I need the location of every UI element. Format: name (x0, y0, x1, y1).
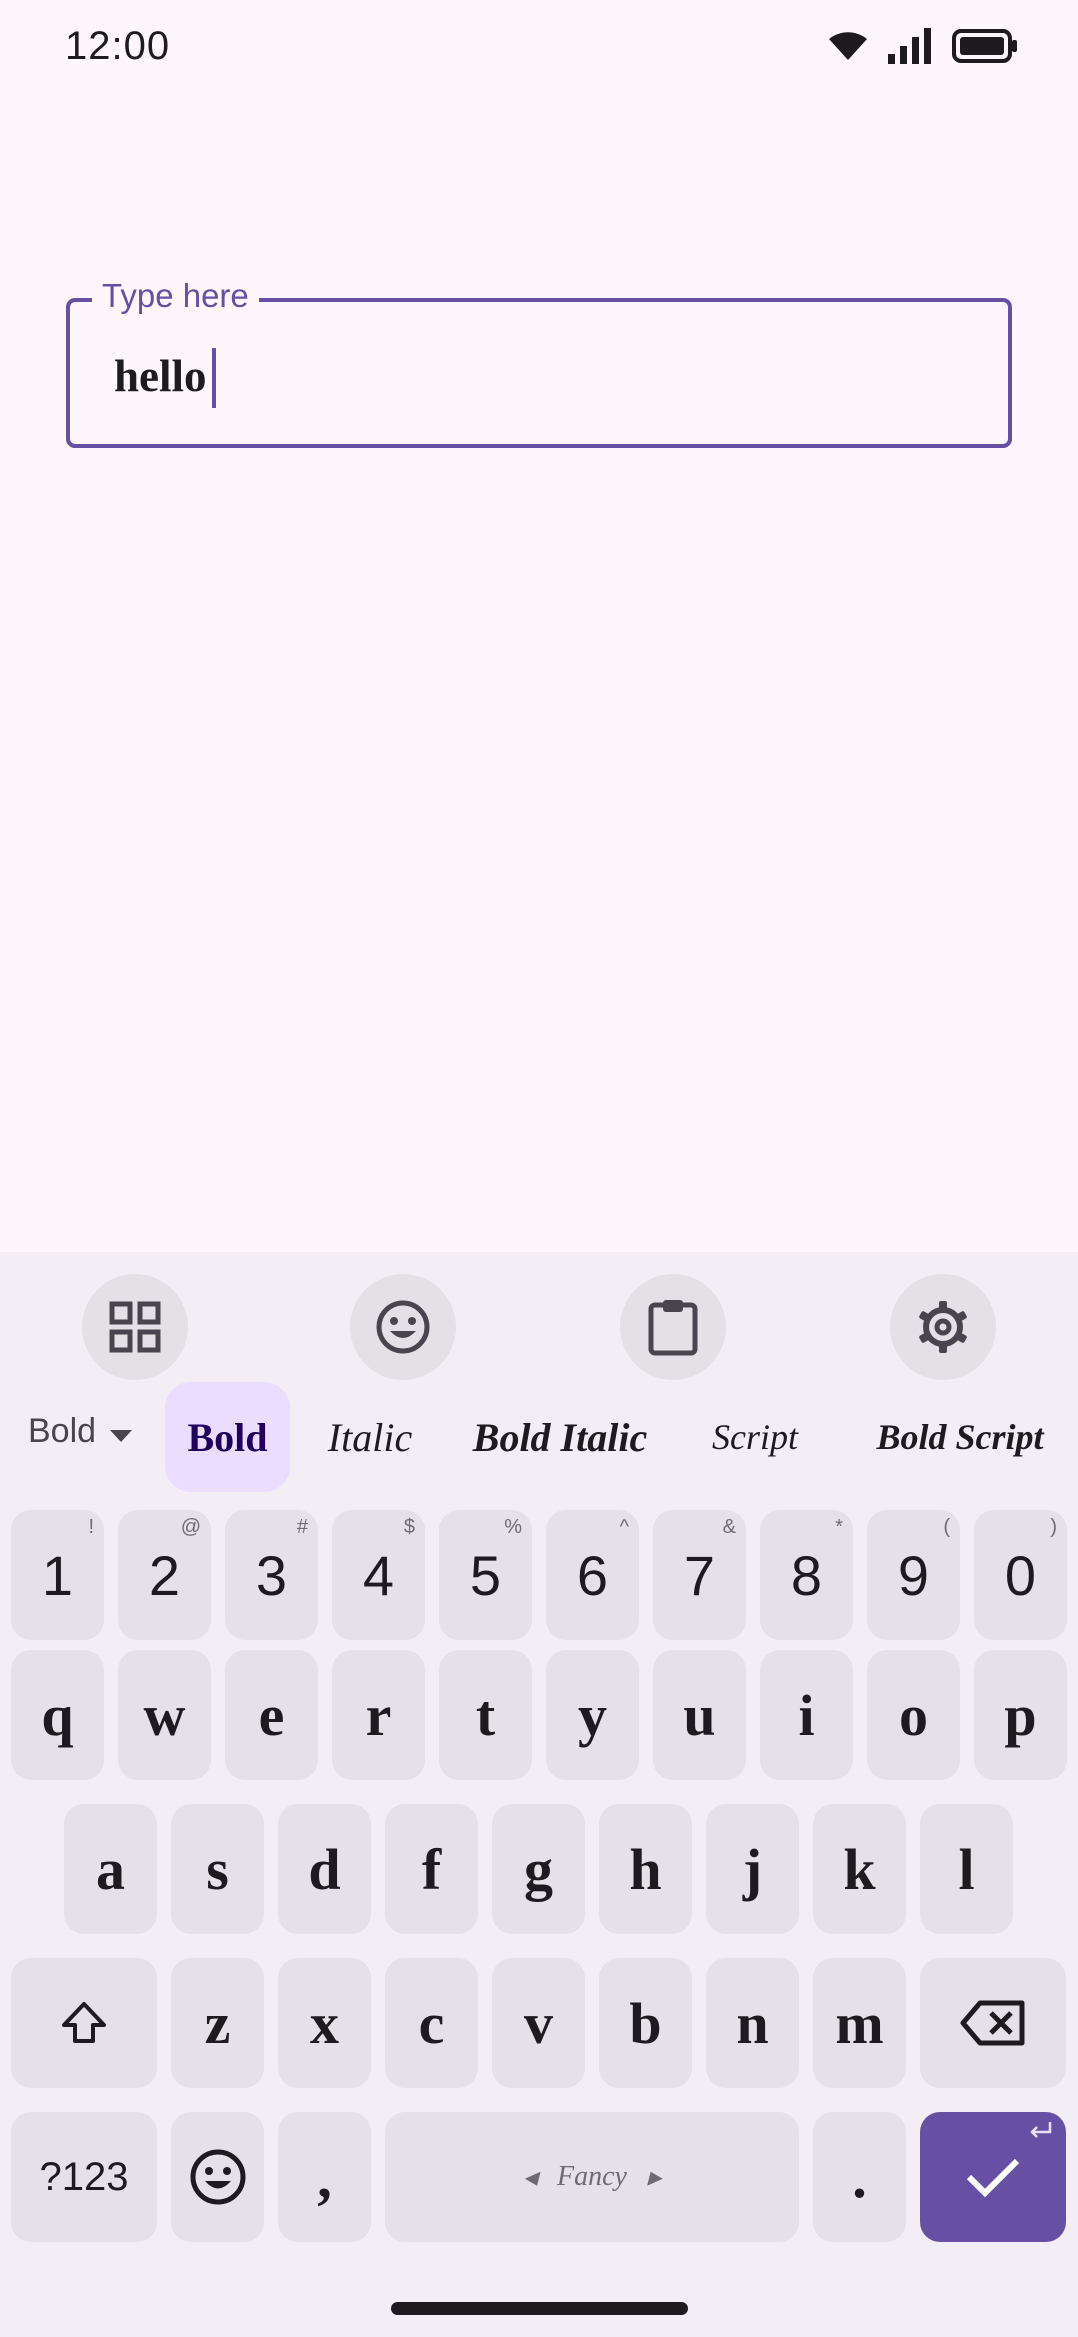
status-icons (828, 28, 1018, 69)
style-dropdown-label: Bold (28, 1412, 97, 1450)
text-input-field[interactable]: Type here hello (66, 277, 1012, 448)
left-arrow-icon: ◂ (522, 2162, 538, 2193)
key-q[interactable]: q (11, 1650, 104, 1780)
key-j[interactable]: j (706, 1804, 799, 1934)
style-option-script[interactable]: Script (690, 1382, 820, 1492)
wifi-icon (828, 31, 868, 66)
right-arrow-icon: ▸ (646, 2162, 662, 2193)
key-s[interactable]: s (171, 1804, 264, 1934)
key-b[interactable]: b (599, 1958, 692, 2088)
key-y[interactable]: y (546, 1650, 639, 1780)
key-i[interactable]: i (760, 1650, 853, 1780)
key-f[interactable]: f (385, 1804, 478, 1934)
style-option-italic[interactable]: Italic (310, 1382, 430, 1492)
key-x[interactable]: x (278, 1958, 371, 2088)
key-p[interactable]: p (974, 1650, 1067, 1780)
text-cursor (212, 348, 216, 408)
field-value[interactable]: hello (114, 350, 207, 402)
key-2[interactable]: 2 @ (118, 1510, 211, 1640)
key-9[interactable]: 9( (867, 1510, 960, 1640)
check-icon (966, 2158, 1020, 2198)
clipboard-icon[interactable] (620, 1274, 726, 1380)
signal-icon (888, 28, 932, 69)
key-z[interactable]: z (171, 1958, 264, 2088)
key-l[interactable]: l (920, 1804, 1013, 1934)
key-c[interactable]: c (385, 1958, 478, 2088)
dropdown-arrow-icon (110, 1412, 133, 1451)
key-0[interactable]: 0) (974, 1510, 1067, 1640)
key-d[interactable]: d (278, 1804, 371, 1934)
emoji-key[interactable] (171, 2112, 264, 2242)
key-g[interactable]: g (492, 1804, 585, 1934)
key-r[interactable]: r (332, 1650, 425, 1780)
key-v[interactable]: v (492, 1958, 585, 2088)
settings-icon[interactable] (890, 1274, 996, 1380)
field-label: Type here (92, 277, 259, 315)
space-key[interactable]: ◂ Fancy ▸ (385, 2112, 799, 2242)
home-indicator[interactable] (391, 2302, 688, 2315)
key-e[interactable]: e (225, 1650, 318, 1780)
symbols-key[interactable]: ?123 (11, 2112, 157, 2242)
style-dropdown[interactable]: Bold (28, 1412, 133, 1451)
key-8[interactable]: 8 * (760, 1510, 853, 1640)
key-t[interactable]: t (439, 1650, 532, 1780)
key-3[interactable]: 3 # (225, 1510, 318, 1640)
battery-icon (952, 29, 1018, 68)
key-w[interactable]: w (118, 1650, 211, 1780)
key-u[interactable]: u (653, 1650, 746, 1780)
status-time: 12:00 (65, 24, 171, 68)
backspace-icon (960, 2000, 1025, 2046)
key-5[interactable]: 5% (439, 1510, 532, 1640)
emoji-icon[interactable] (350, 1274, 456, 1380)
style-option-bold-italic[interactable]: Bold Italic (460, 1382, 660, 1492)
return-icon (1030, 2122, 1052, 2138)
key-n[interactable]: n (706, 1958, 799, 2088)
font-style-row: Bold Bold Italic Bold Italic Script Bold… (0, 1382, 1078, 1498)
key-k[interactable]: k (813, 1804, 906, 1934)
key-a[interactable]: a (64, 1804, 157, 1934)
key-m[interactable]: m (813, 1958, 906, 2088)
key-7[interactable]: 7 & (653, 1510, 746, 1640)
space-label: ◂ Fancy ▸ (522, 2161, 662, 2193)
backspace-key[interactable] (920, 1958, 1066, 2088)
shift-key[interactable] (11, 1958, 157, 2088)
key-6[interactable]: 6 ^ (546, 1510, 639, 1640)
key-o[interactable]: o (867, 1650, 960, 1780)
key-4[interactable]: 4 $ (332, 1510, 425, 1640)
grid-icon[interactable] (82, 1274, 188, 1380)
style-option-bold-script[interactable]: Bold Script (850, 1382, 1070, 1492)
status-bar: 12:00 (0, 0, 1078, 100)
comma-key[interactable]: , (278, 2112, 371, 2242)
style-option-bold[interactable]: Bold (165, 1382, 290, 1492)
keyboard: Bold Bold Italic Bold Italic Script Bold… (0, 1252, 1078, 2337)
key-h[interactable]: h (599, 1804, 692, 1934)
key-1[interactable]: 1! (11, 1510, 104, 1640)
period-key[interactable]: . (813, 2112, 906, 2242)
enter-key[interactable] (920, 2112, 1066, 2242)
